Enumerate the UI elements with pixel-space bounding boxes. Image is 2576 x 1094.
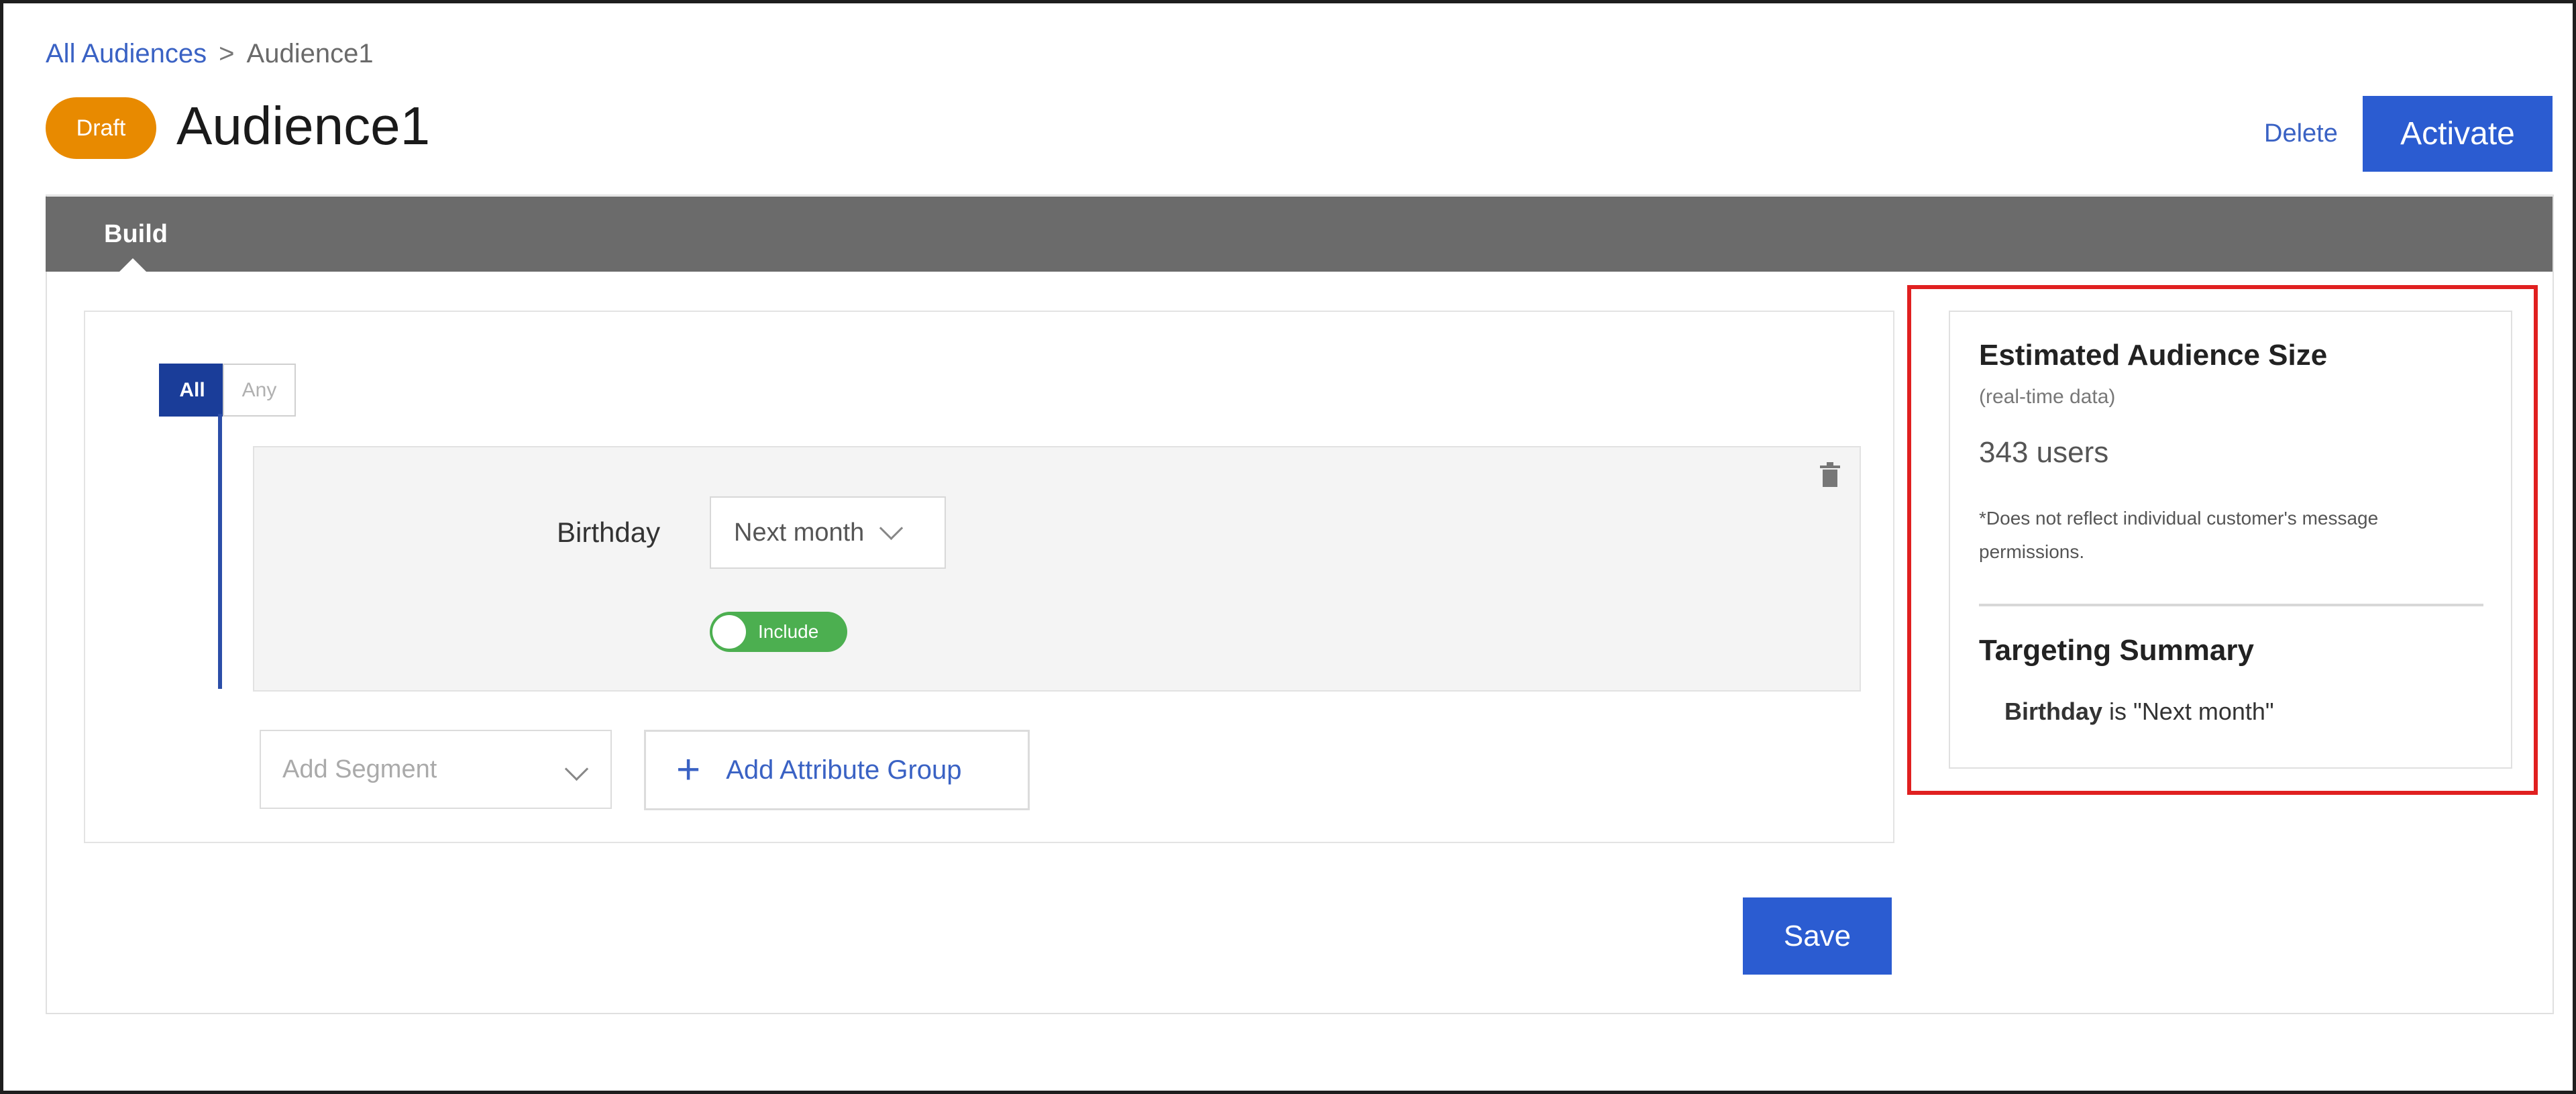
add-segment-select[interactable]: Add Segment (260, 730, 612, 809)
condition-value-select[interactable]: Next month (710, 496, 946, 569)
tab-bar (46, 197, 2553, 272)
status-badge: Draft (46, 97, 156, 159)
chevron-down-icon (879, 516, 904, 540)
targeting-rest: is "Next month" (2102, 698, 2274, 725)
add-segment-placeholder: Add Segment (282, 755, 437, 783)
add-attribute-group-button[interactable]: + Add Attribute Group (644, 730, 1030, 810)
breadcrumb-current: Audience1 (246, 39, 374, 68)
activate-button[interactable]: Activate (2363, 96, 2553, 172)
targeting-summary-line: Birthday is "Next month" (2004, 698, 2274, 726)
targeting-attr: Birthday (2004, 698, 2103, 725)
realtime-note: (real-time data) (1979, 386, 2116, 408)
condition-value-text: Next month (734, 518, 865, 547)
estimated-size-title: Estimated Audience Size (1979, 339, 2328, 372)
match-all-toggle[interactable]: All (159, 364, 225, 417)
plus-icon: + (676, 747, 701, 793)
save-button[interactable]: Save (1743, 897, 1892, 975)
condition-row (253, 446, 1861, 692)
tab-build[interactable]: Build (104, 220, 168, 249)
trash-icon[interactable] (1817, 461, 1843, 491)
active-tab-indicator (119, 258, 146, 272)
targeting-summary-title: Targeting Summary (1979, 634, 2254, 667)
audience-user-count: 343 users (1979, 436, 2109, 469)
breadcrumb-all-audiences[interactable]: All Audiences (46, 39, 207, 68)
page-title: Audience1 (176, 96, 431, 156)
match-any-toggle[interactable]: Any (223, 364, 296, 417)
include-toggle[interactable]: Include (710, 612, 847, 652)
group-connector-line (218, 414, 222, 689)
permissions-disclaimer: *Does not reflect individual customer's … (1979, 508, 2379, 562)
summary-divider (1979, 604, 2483, 606)
toggle-knob (712, 615, 746, 649)
delete-link[interactable]: Delete (2264, 119, 2338, 148)
chevron-down-icon (564, 757, 589, 781)
include-label: Include (758, 621, 819, 642)
breadcrumb-separator: > (219, 39, 235, 68)
condition-attribute-label: Birthday (557, 516, 661, 548)
trash-icon-svg (1820, 462, 1840, 487)
breadcrumb: All Audiences > Audience1 (46, 39, 374, 69)
add-attribute-group-label: Add Attribute Group (726, 755, 962, 785)
